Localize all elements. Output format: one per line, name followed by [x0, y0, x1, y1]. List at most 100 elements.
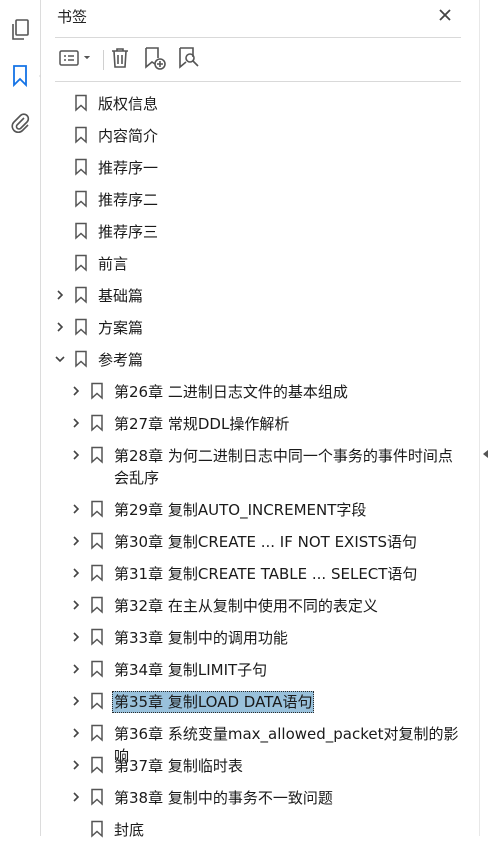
bookmark-label: 第29章 复制AUTO_INCREMENT字段 [114, 501, 367, 519]
bookmark-label: 前言 [98, 255, 129, 273]
bookmark-label: 第31章 复制CREATE TABLE ... SELECT语句 [114, 565, 418, 583]
bookmark-label: 推荐序二 [98, 191, 159, 209]
add-bookmark-icon [142, 45, 168, 75]
paperclip-icon [9, 110, 31, 134]
triangle-left-icon [479, 446, 492, 465]
bookmark-icon [90, 446, 104, 464]
bookmark-icon [90, 500, 104, 518]
bookmark-row[interactable]: 前言 [41, 248, 479, 280]
bookmarks-button[interactable] [5, 61, 46, 91]
trash-icon [109, 46, 131, 74]
bookmark-icon [90, 564, 104, 582]
chevron-down-icon[interactable] [54, 352, 66, 366]
bookmark-label: 内容简介 [98, 127, 159, 145]
chevron-right-icon[interactable] [70, 630, 82, 644]
bookmarks-toolbar [55, 44, 461, 76]
bookmark-row[interactable]: 内容简介 [41, 120, 479, 152]
close-icon [438, 7, 452, 26]
bookmark-icon [90, 788, 104, 806]
bookmarks-panel: 书签 版权信息 内容简介 推荐序一 推荐序二 推荐序三 前言 基础篇 方案篇 参… [41, 0, 479, 839]
bookmark-icon [90, 692, 104, 710]
bookmark-row[interactable]: 第38章 复制中的事务不一致问题 [41, 782, 479, 814]
bookmark-label: 第30章 复制CREATE ... IF NOT EXISTS语句 [114, 533, 417, 551]
bookmark-icon [90, 414, 104, 432]
close-panel-button[interactable] [435, 6, 455, 26]
options-menu-button[interactable] [57, 46, 95, 74]
bookmark-row[interactable]: 第27章 常规DDL操作解析 [41, 408, 479, 440]
bookmark-row[interactable]: 封底 [41, 814, 479, 846]
bookmark-row[interactable]: 第28章 为何二进制日志中同一个事务的事件时间点会乱序 [41, 440, 479, 494]
chevron-right-icon[interactable] [70, 790, 82, 804]
bookmark-label: 第37章 复制临时表 [114, 757, 243, 775]
delete-bookmark-button[interactable] [107, 46, 133, 74]
bookmark-row[interactable]: 推荐序三 [41, 216, 479, 248]
bookmark-search-icon [176, 45, 202, 75]
add-bookmark-button[interactable] [141, 46, 169, 74]
chevron-right-icon[interactable] [70, 598, 82, 612]
bookmark-row[interactable]: 方案篇 [41, 312, 479, 344]
bookmark-row[interactable]: 基础篇 [41, 280, 479, 312]
panel-right-edge [479, 0, 480, 836]
bookmark-label: 推荐序一 [98, 159, 159, 177]
bookmark-label: 封底 [114, 821, 145, 839]
bookmark-icon [74, 158, 88, 176]
bookmark-row[interactable]: 第29章 复制AUTO_INCREMENT字段 [41, 494, 479, 526]
chevron-right-icon[interactable] [70, 758, 82, 772]
bookmark-icon [74, 350, 88, 368]
bookmark-icon [90, 660, 104, 678]
find-bookmark-button[interactable] [175, 46, 203, 74]
options-menu-icon [58, 48, 94, 72]
chevron-right-icon[interactable] [70, 448, 82, 462]
header-divider [55, 37, 461, 38]
bookmark-icon [90, 628, 104, 646]
bookmark-row[interactable]: 推荐序二 [41, 184, 479, 216]
bookmark-row[interactable]: 版权信息 [41, 88, 479, 120]
bookmark-row[interactable]: 第34章 复制LIMIT子句 [41, 654, 479, 686]
bookmark-icon [11, 64, 29, 88]
bookmark-icon [74, 94, 88, 112]
bookmark-icon [90, 756, 104, 774]
bookmark-icon [74, 254, 88, 272]
toolbar-separator [103, 50, 104, 70]
bookmark-row[interactable]: 推荐序一 [41, 152, 479, 184]
chevron-right-icon[interactable] [70, 416, 82, 430]
bookmark-row[interactable]: 第30章 复制CREATE ... IF NOT EXISTS语句 [41, 526, 479, 558]
collapse-panel-button[interactable] [479, 446, 492, 460]
bookmark-row[interactable]: 第33章 复制中的调用功能 [41, 622, 479, 654]
navigation-rail [0, 0, 46, 836]
bookmark-label: 推荐序三 [98, 223, 159, 241]
bookmark-icon [90, 532, 104, 550]
chevron-right-icon[interactable] [70, 726, 82, 740]
bookmark-icon [74, 286, 88, 304]
bookmark-row[interactable]: 第36章 系统变量max_allowed_packet对复制的影响 [41, 718, 479, 765]
bookmark-icon [74, 222, 88, 240]
chevron-right-icon[interactable] [54, 320, 66, 334]
chevron-right-icon[interactable] [70, 502, 82, 516]
bookmark-icon [90, 724, 104, 742]
bookmark-icon [90, 820, 104, 838]
pages-button[interactable] [5, 15, 35, 45]
chevron-right-icon[interactable] [70, 694, 82, 708]
bookmark-row[interactable]: 第31章 复制CREATE TABLE ... SELECT语句 [41, 558, 479, 590]
bookmark-label: 方案篇 [98, 319, 144, 337]
chevron-right-icon[interactable] [70, 662, 82, 676]
bookmark-label: 第33章 复制中的调用功能 [114, 629, 288, 647]
chevron-right-icon[interactable] [54, 288, 66, 302]
bookmark-label: 第38章 复制中的事务不一致问题 [114, 789, 333, 807]
bookmark-row[interactable]: 第26章 二进制日志文件的基本组成 [41, 376, 479, 408]
attachments-button[interactable] [5, 107, 35, 137]
panel-title: 书签 [57, 8, 88, 26]
bookmark-icon [74, 190, 88, 208]
bookmark-row[interactable]: 第32章 在主从复制中使用不同的表定义 [41, 590, 479, 622]
bookmark-icon [90, 382, 104, 400]
bookmark-label: 第34章 复制LIMIT子句 [114, 661, 268, 679]
chevron-right-icon[interactable] [70, 384, 82, 398]
bookmark-row[interactable]: 第35章 复制LOAD DATA语句 [41, 686, 479, 718]
bookmark-label: 第27章 常规DDL操作解析 [114, 415, 290, 433]
bookmark-row[interactable]: 第37章 复制临时表 [41, 750, 479, 782]
chevron-right-icon[interactable] [70, 534, 82, 548]
bookmark-row[interactable]: 参考篇 [41, 344, 479, 376]
bookmark-label: 参考篇 [98, 351, 144, 369]
bookmark-label: 第28章 为何二进制日志中同一个事务的事件时间点会乱序 [114, 447, 453, 487]
chevron-right-icon[interactable] [70, 566, 82, 580]
